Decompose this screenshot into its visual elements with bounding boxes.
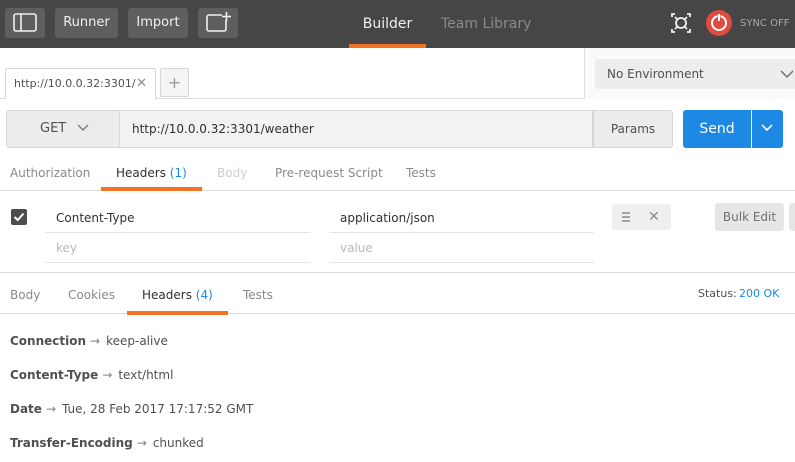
tab-body[interactable]: Body <box>217 156 247 190</box>
response-section-tabs: Body Cookies Headers (4) Tests Status: 2… <box>0 272 795 317</box>
response-header-value: Tue, 28 Feb 2017 17:17:52 GMT <box>62 402 254 416</box>
response-header-row: Content-Type → text/html <box>10 367 173 383</box>
response-header-name: Content-Type <box>10 368 99 382</box>
url-input[interactable]: http://10.0.0.32:3301/weather <box>120 110 593 148</box>
chevron-down-icon <box>77 124 89 132</box>
response-header-row: Date → Tue, 28 Feb 2017 17:17:52 GMT <box>10 401 253 417</box>
response-header-value: keep-alive <box>106 334 168 348</box>
response-tab-headers-label: Headers <box>142 288 192 302</box>
request-tab-label: http://10.0.0.32:3301/ <box>14 77 136 90</box>
new-header-value-field[interactable]: value <box>330 233 594 263</box>
response-header-value: chunked <box>152 436 204 450</box>
response-header-name: Date <box>10 402 42 416</box>
import-button[interactable]: Import <box>128 8 188 38</box>
presets-button[interactable] <box>789 203 795 231</box>
tab-tests[interactable]: Tests <box>406 156 436 190</box>
header-enabled-checkbox[interactable] <box>11 209 27 225</box>
environment-selected: No Environment <box>607 67 704 81</box>
tab-headers-label: Headers <box>116 166 166 180</box>
header-key-field[interactable]: Content-Type <box>45 203 310 233</box>
tab-builder[interactable]: Builder <box>349 0 426 48</box>
send-options-button[interactable] <box>752 110 783 148</box>
sync-status-label: SYNC OFF <box>740 18 790 29</box>
check-icon <box>13 212 25 222</box>
add-tab-button[interactable]: + <box>160 68 189 97</box>
new-header-key-field[interactable]: key <box>45 233 310 263</box>
active-tab-indicator <box>101 187 202 191</box>
request-section-tabs: Authorization Headers (1) Body Pre-reque… <box>0 156 795 191</box>
response-header-row: Connection → keep-alive <box>10 333 168 349</box>
method-select[interactable]: GET <box>6 110 120 148</box>
response-tab-tests[interactable]: Tests <box>243 273 273 317</box>
arrow-icon: → <box>90 334 101 348</box>
remove-header-icon[interactable]: ✕ <box>648 204 660 230</box>
tab-prerequest-script[interactable]: Pre-request Script <box>275 156 383 190</box>
arrow-icon: → <box>136 436 147 450</box>
tab-authorization[interactable]: Authorization <box>10 156 90 190</box>
status-label: Status: <box>698 287 737 300</box>
params-button[interactable]: Params <box>593 110 673 148</box>
environment-select[interactable]: No Environment <box>595 59 795 89</box>
toggle-sidebar-button[interactable] <box>5 8 45 38</box>
request-tab-bar: http://10.0.0.32:3301/ ✕ + No Environmen… <box>0 48 795 99</box>
environment-panel: No Environment <box>584 48 795 99</box>
header-row-controls: ✕ <box>612 204 671 230</box>
new-window-button[interactable] <box>198 8 238 38</box>
runner-button[interactable]: Runner <box>55 8 118 38</box>
tab-team-library[interactable]: Team Library <box>441 0 531 48</box>
status-value: 200 OK <box>739 287 780 300</box>
header-value-field[interactable]: application/json <box>330 203 594 233</box>
tab-headers[interactable]: Headers (1) <box>116 156 187 190</box>
response-tab-cookies[interactable]: Cookies <box>68 273 115 317</box>
drag-handle-icon[interactable] <box>622 211 630 223</box>
request-tab[interactable]: http://10.0.0.32:3301/ ✕ <box>5 68 156 99</box>
chevron-down-icon <box>780 70 794 79</box>
tab-headers-count: (1) <box>169 166 187 180</box>
sidebar-icon <box>13 13 37 32</box>
response-header-name: Connection <box>10 334 87 348</box>
arrow-icon: → <box>45 402 56 416</box>
arrow-icon: → <box>102 368 113 382</box>
close-tab-icon[interactable]: ✕ <box>136 69 147 99</box>
new-window-icon <box>206 11 231 32</box>
send-button[interactable]: Send <box>683 110 751 148</box>
response-header-name: Transfer-Encoding <box>10 436 133 450</box>
chevron-down-icon <box>761 124 773 132</box>
response-tab-body[interactable]: Body <box>10 273 40 317</box>
response-tab-headers-count: (4) <box>195 288 213 302</box>
bulk-edit-button[interactable]: Bulk Edit <box>715 203 784 231</box>
top-toolbar: Runner Import Builder Team Library SYNC … <box>0 0 795 48</box>
response-header-value: text/html <box>118 368 174 382</box>
sync-off-icon[interactable] <box>704 8 734 38</box>
active-tab-indicator <box>127 311 228 315</box>
method-label: GET <box>40 121 67 136</box>
interceptor-icon[interactable] <box>666 8 696 38</box>
response-header-row: Transfer-Encoding → chunked <box>10 435 204 451</box>
